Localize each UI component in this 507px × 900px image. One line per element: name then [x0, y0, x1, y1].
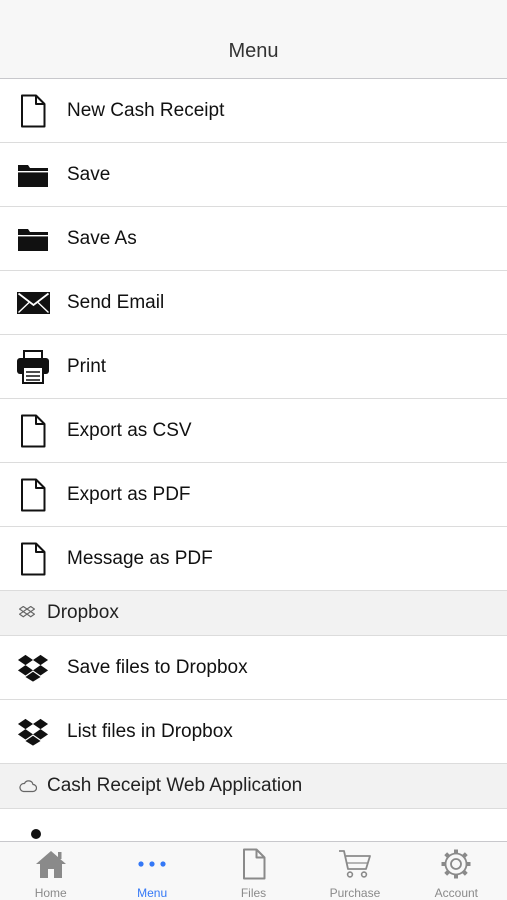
menu-item-label: Export as PDF	[67, 483, 191, 505]
menu-item-new-cash-receipt[interactable]: New Cash Receipt	[0, 79, 507, 143]
menu-item-print[interactable]: Print	[0, 335, 507, 399]
tab-menu[interactable]: Menu	[101, 842, 202, 900]
menu-list: New Cash Receipt Save Save As Send Email…	[0, 79, 507, 841]
document-icon	[16, 542, 50, 576]
tab-label: Account	[434, 886, 478, 900]
section-header-dropbox: Dropbox	[0, 591, 507, 636]
nav-bar: Menu	[0, 0, 507, 79]
menu-item-label: Save As	[67, 227, 137, 249]
tab-bar: Home Menu Files Purchase Account	[0, 841, 507, 900]
more-dots-icon	[137, 847, 167, 881]
menu-item-label: Save	[67, 163, 111, 185]
dropbox-icon	[16, 651, 50, 685]
document-icon	[16, 478, 50, 512]
printer-icon	[16, 349, 50, 384]
tab-purchase[interactable]: Purchase	[304, 842, 405, 900]
menu-item-save-as[interactable]: Save As	[0, 207, 507, 271]
menu-item-label: List files in Dropbox	[67, 720, 233, 742]
cart-icon	[338, 847, 372, 881]
menu-item-list-dropbox[interactable]: List files in Dropbox	[0, 700, 507, 764]
menu-item-label: Send Email	[67, 291, 165, 313]
document-icon	[16, 414, 50, 448]
gear-icon	[440, 847, 472, 881]
menu-item-export-pdf[interactable]: Export as PDF	[0, 463, 507, 527]
menu-item-label: Export as CSV	[67, 419, 192, 441]
menu-item-export-csv[interactable]: Export as CSV	[0, 399, 507, 463]
page-title: Menu	[228, 40, 279, 62]
menu-item-label: Save files to Dropbox	[67, 656, 248, 678]
section-header-web-app: Cash Receipt Web Application	[0, 764, 507, 809]
menu-item-label: Print	[67, 355, 107, 377]
menu-item-save-to-dropbox[interactable]: Save files to Dropbox	[0, 636, 507, 700]
cloud-icon	[19, 777, 37, 795]
tab-files[interactable]: Files	[203, 842, 304, 900]
file-icon	[242, 847, 266, 881]
menu-item-send-email[interactable]: Send Email	[0, 271, 507, 335]
home-icon	[35, 847, 67, 881]
menu-item-message-pdf[interactable]: Message as PDF	[0, 527, 507, 591]
dropbox-icon	[19, 604, 37, 622]
folder-icon	[16, 222, 50, 256]
tab-label: Menu	[137, 886, 168, 900]
dropbox-icon	[16, 715, 50, 749]
document-icon	[16, 94, 50, 128]
list-item-partially-visible[interactable]	[0, 809, 507, 839]
folder-icon	[16, 158, 50, 192]
tab-account[interactable]: Account	[406, 842, 507, 900]
menu-item-save[interactable]: Save	[0, 143, 507, 207]
tab-label: Purchase	[329, 886, 381, 900]
section-title: Cash Receipt Web Application	[47, 775, 303, 796]
tab-home[interactable]: Home	[0, 842, 101, 900]
envelope-icon	[16, 286, 50, 320]
section-title: Dropbox	[47, 602, 119, 623]
menu-item-label: Message as PDF	[67, 547, 213, 569]
tab-label: Files	[240, 886, 267, 900]
menu-item-label: New Cash Receipt	[67, 99, 225, 121]
tab-label: Home	[34, 886, 67, 900]
